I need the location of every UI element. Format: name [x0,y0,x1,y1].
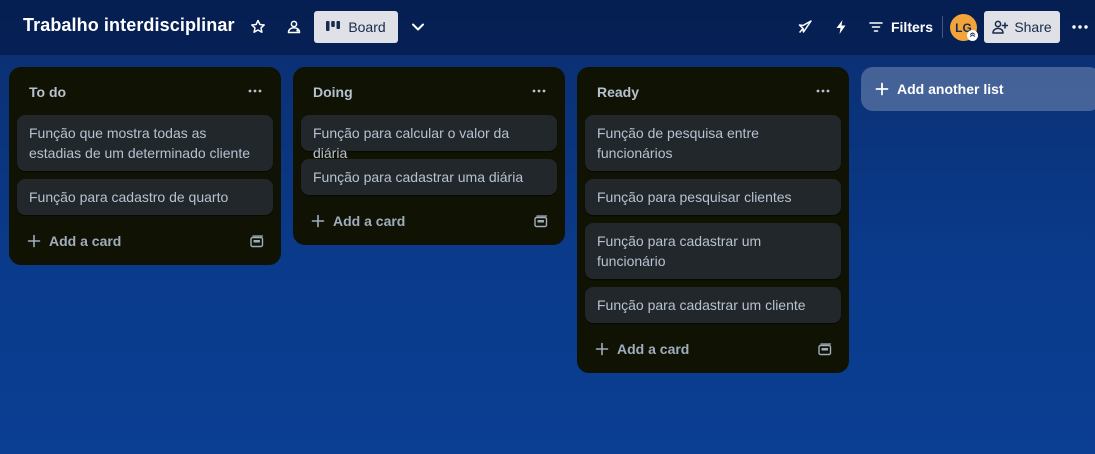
board-menu-button[interactable] [1068,15,1092,39]
card-title: Função para cadastrar uma diária [313,169,524,185]
more-dots-icon [816,89,830,93]
add-card-button[interactable]: Add a card [17,225,225,257]
filters-button[interactable]: Filters [865,13,937,41]
card-title: Função de pesquisa entre funcionários [597,125,759,161]
share-label: Share [1014,19,1052,35]
card-template-icon [534,214,548,228]
plus-icon [875,82,889,96]
card[interactable]: Função para cadastro de quarto [17,179,273,215]
create-from-template-button[interactable] [813,337,837,361]
add-card-label: Add a card [333,213,406,229]
board-view-label: Board [348,19,386,35]
card-title: Função para cadastro de quarto [29,189,229,205]
list-menu-button[interactable] [243,81,267,101]
list-menu-button[interactable] [811,81,835,101]
add-list-label: Add another list [897,81,1004,97]
lightning-bolt-icon [834,19,848,35]
board-title[interactable]: Trabalho interdisciplinar [23,15,235,36]
automation-button[interactable] [829,15,853,39]
card[interactable]: Função para calcular o valor da diária [301,115,557,161]
list-menu-button[interactable] [527,81,551,101]
card[interactable]: Função para cadastrar um funcionário [585,223,841,279]
add-card-button[interactable]: Add a card [301,205,509,237]
card[interactable]: Função que mostra todas as estadias de u… [17,115,273,171]
add-member-icon [992,20,1009,34]
board-columns-icon [326,21,341,33]
board-header: Trabalho interdisciplinar Board Filters … [0,0,1095,55]
rocket-icon [797,19,813,35]
add-card-button[interactable]: Add a card [585,333,793,365]
chevron-down-icon [411,22,425,32]
card[interactable]: Função de pesquisa entre funcionários [585,115,841,171]
star-board-button[interactable] [246,15,270,39]
card-title: Função para cadastrar um funcionário [597,233,762,269]
plus-icon [27,234,41,248]
card-template-icon [250,234,264,248]
list-title[interactable]: Doing [313,84,353,100]
list-header: Ready [577,67,849,115]
star-icon [250,19,266,35]
more-dots-icon [532,89,546,93]
card-title: Função que mostra todas as estadias de u… [29,125,251,161]
create-from-template-button[interactable] [245,229,269,253]
card-title: Função para pesquisar clientes [597,189,792,205]
more-dots-icon [248,89,262,93]
card-title: Função para calcular o valor da diária [313,125,510,161]
visibility-button[interactable] [282,15,306,39]
add-card-label: Add a card [617,341,690,357]
card[interactable]: Função para pesquisar clientes [585,179,841,215]
add-card-label: Add a card [49,233,122,249]
board-view-button[interactable]: Board [314,11,398,43]
list-header: Doing [293,67,565,115]
more-dots-icon [1072,25,1088,29]
list-header: To do [9,67,281,115]
card-title: Função para cadastrar um cliente [597,297,806,313]
create-from-template-button[interactable] [529,209,553,233]
plus-icon [311,214,325,228]
list-todo: To do Função que mostra todas as estadia… [9,67,281,265]
filter-lines-icon [869,21,883,33]
card[interactable]: Função para cadastrar uma diária [301,159,557,195]
add-list-button[interactable]: Add another list [861,67,1095,111]
power-ups-button[interactable] [793,15,817,39]
admin-badge-icon [967,30,978,41]
switch-view-button[interactable] [406,15,430,39]
list-title[interactable]: Ready [597,84,639,100]
card[interactable]: Função para cadastrar um cliente [585,287,841,323]
workspace-visible-icon [286,19,302,35]
plus-icon [595,342,609,356]
list-ready: Ready Função de pesquisa entre funcionár… [577,67,849,373]
list-title[interactable]: To do [29,84,66,100]
card-template-icon [818,342,832,356]
share-button[interactable]: Share [984,11,1060,43]
list-doing: Doing Função para calcular o valor da di… [293,67,565,245]
filters-label: Filters [890,19,933,35]
header-divider [942,16,943,38]
